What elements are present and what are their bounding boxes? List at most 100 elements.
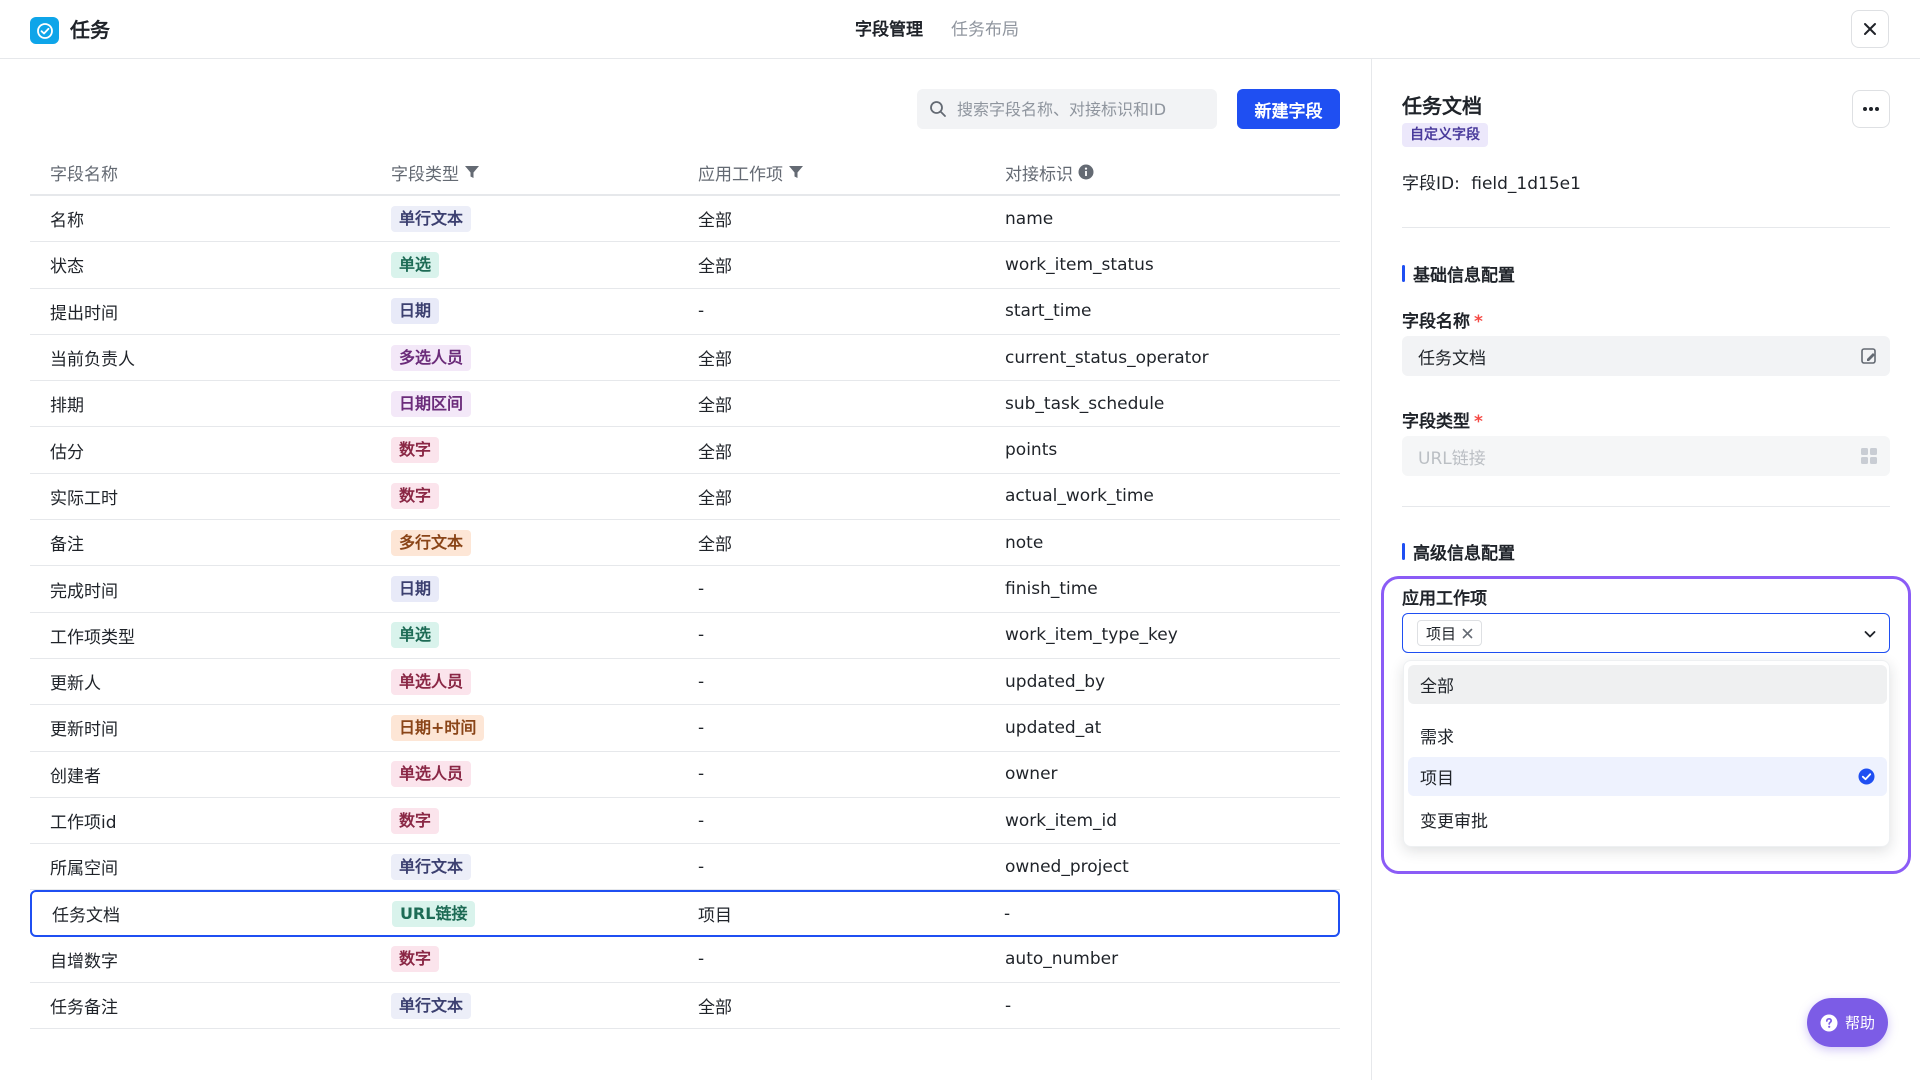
close-icon: [1864, 23, 1876, 35]
cell-field-name: 更新时间: [50, 720, 118, 741]
filter-icon[interactable]: [788, 164, 804, 180]
option-all[interactable]: 全部: [1408, 665, 1887, 704]
cell-field-name: 当前负责人: [50, 350, 135, 371]
chevron-down-icon: [1864, 631, 1876, 638]
table-row[interactable]: 工作项id 数字 - work_item_id: [30, 798, 1340, 845]
field-type-label: 字段类型 *: [1402, 412, 1483, 432]
table-row[interactable]: 更新人 单选人员 - updated_by: [30, 659, 1340, 706]
field-id-label: 字段ID:: [1402, 174, 1460, 194]
table-row[interactable]: 当前负责人 多选人员 全部 current_status_operator: [30, 335, 1340, 382]
field-type-tag: 单行文本: [391, 853, 472, 880]
tab-field-management[interactable]: 字段管理: [855, 17, 923, 43]
edit-icon[interactable]: [1860, 347, 1878, 365]
cell-api-key: owner: [1005, 764, 1058, 785]
table-row[interactable]: 创建者 单选人员 - owner: [30, 752, 1340, 798]
table-row[interactable]: 备注 多行文本 全部 note: [30, 520, 1340, 567]
chip-remove-icon[interactable]: [1462, 628, 1473, 639]
field-type-tag: 日期: [391, 298, 440, 325]
filter-icon[interactable]: [464, 164, 480, 180]
cell-field-name: 状态: [50, 257, 84, 278]
cell-api-key: work_item_id: [1005, 810, 1118, 831]
cell-apply-work-item: 全部: [698, 488, 732, 509]
cell-field-name: 排期: [50, 396, 84, 417]
selected-chip: 项目: [1417, 620, 1483, 646]
table-body: 名称 单行文本 全部 name 状态 单选 全部 work_item_status 提出时间 日期…: [30, 196, 1340, 1030]
apply-work-item-select[interactable]: 项目: [1402, 613, 1890, 653]
cell-api-key: work_item_type_key: [1005, 625, 1178, 646]
help-icon: [1820, 1014, 1838, 1031]
cell-field-name: 创建者: [50, 766, 101, 787]
app-logo-icon: [30, 17, 59, 44]
tab-task-layout[interactable]: 任务布局: [951, 17, 1019, 43]
table-row[interactable]: 提出时间 日期 - start_time: [30, 289, 1340, 335]
help-button[interactable]: 帮助: [1807, 998, 1888, 1047]
cell-field-name: 提出时间: [50, 303, 118, 324]
cell-apply-work-item: -: [698, 949, 705, 970]
cell-api-key: work_item_status: [1005, 254, 1154, 275]
cell-apply-work-item: -: [698, 625, 705, 646]
check-circle-icon: [1858, 768, 1875, 785]
cell-apply-work-item: 全部: [698, 350, 732, 371]
header-apply-work-item: 应用工作项: [698, 164, 783, 185]
table-row[interactable]: 名称 单行文本 全部 name: [30, 196, 1340, 243]
field-name-input[interactable]: 任务文档: [1402, 336, 1890, 376]
cell-apply-work-item: -: [698, 810, 705, 831]
close-button[interactable]: [1851, 10, 1889, 48]
cell-apply-work-item: 全部: [698, 442, 732, 463]
more-button[interactable]: [1852, 90, 1890, 128]
app-title: 任务: [70, 18, 110, 42]
cell-apply-work-item: -: [698, 579, 705, 600]
field-detail-panel: 任务文档 自定义字段 字段ID: field_1d15e1 基础信息配置 字段名…: [1371, 59, 1920, 1080]
table-row[interactable]: 实际工时 数字 全部 actual_work_time: [30, 474, 1340, 521]
table-row[interactable]: 状态 单选 全部 work_item_status: [30, 242, 1340, 289]
cell-field-name: 所属空间: [50, 859, 118, 880]
cell-field-name: 自增数字: [50, 951, 118, 972]
option-requirement[interactable]: 需求: [1408, 716, 1887, 755]
option-project[interactable]: 项目: [1408, 757, 1887, 796]
table-row[interactable]: 自增数字 数字 - auto_number: [30, 937, 1340, 984]
field-type-tag: 单行文本: [391, 205, 472, 232]
cell-field-name: 实际工时: [50, 488, 118, 509]
header-api-key: 对接标识: [1005, 164, 1073, 185]
new-field-button[interactable]: 新建字段: [1237, 89, 1340, 129]
table-row-selected[interactable]: 任务文档 URL链接 项目 -: [30, 890, 1340, 937]
tab-bar: 字段管理 任务布局: [855, 17, 1019, 43]
table-row[interactable]: 任务备注 单行文本 全部 -: [30, 983, 1340, 1030]
table-header: 字段名称 字段类型 应用工作项 对接标识: [30, 150, 1340, 196]
cell-api-key: name: [1005, 208, 1054, 229]
cell-field-name: 估分: [50, 442, 84, 463]
table-row[interactable]: 所属空间 单行文本 - owned_project: [30, 844, 1340, 891]
cell-apply-work-item: -: [698, 671, 705, 692]
cell-api-key: current_status_operator: [1005, 347, 1209, 368]
apply-work-item-dropdown: 全部 需求 项目 变更审批: [1403, 660, 1890, 847]
cell-api-key: -: [1005, 995, 1012, 1016]
grid-icon: [1861, 448, 1877, 464]
table-row[interactable]: 估分 数字 全部 points: [30, 427, 1340, 474]
table-row[interactable]: 排期 日期区间 全部 sub_task_schedule: [30, 381, 1340, 428]
cell-api-key: auto_number: [1005, 949, 1119, 970]
table-row[interactable]: 完成时间 日期 - finish_time: [30, 566, 1340, 613]
cell-field-name: 备注: [50, 535, 84, 556]
search-input[interactable]: [957, 99, 1207, 119]
cell-field-name: 完成时间: [50, 581, 118, 602]
field-type-tag: 多行文本: [391, 529, 472, 556]
field-type-tag: 日期: [391, 576, 440, 603]
search-field[interactable]: [917, 89, 1217, 129]
table-row[interactable]: 更新时间 日期+时间 - updated_at: [30, 705, 1340, 752]
field-type-tag: URL链接: [391, 900, 476, 927]
cell-field-name: 名称: [50, 211, 84, 232]
field-type-tag: 数字: [391, 946, 440, 973]
info-icon[interactable]: [1078, 164, 1094, 180]
cell-api-key: actual_work_time: [1005, 486, 1154, 507]
field-type-tag: 单选人员: [391, 668, 472, 695]
cell-apply-work-item: 全部: [698, 998, 732, 1019]
cell-api-key: -: [1004, 903, 1011, 924]
divider: [1402, 506, 1890, 507]
cell-apply-work-item: 全部: [698, 396, 732, 417]
custom-field-badge: 自定义字段: [1402, 123, 1488, 147]
option-change-approval[interactable]: 变更审批: [1408, 800, 1887, 839]
table-row[interactable]: 工作项类型 单选 - work_item_type_key: [30, 613, 1340, 659]
field-id-value: field_1d15e1: [1471, 174, 1581, 194]
help-label: 帮助: [1844, 1014, 1875, 1032]
more-icon: [1863, 107, 1879, 111]
